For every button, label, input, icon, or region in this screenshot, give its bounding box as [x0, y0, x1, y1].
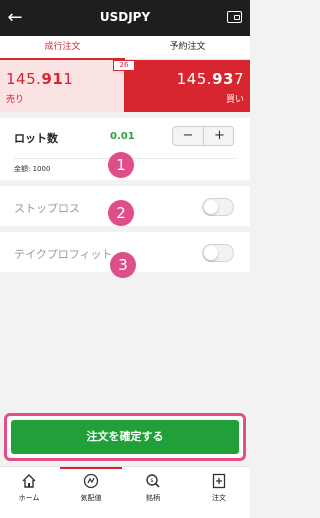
- tab-limit-order[interactable]: 予約注文: [125, 36, 250, 60]
- confirm-highlight: 注文を確定する: [4, 413, 246, 461]
- stoploss-label: ストップロス: [14, 202, 80, 215]
- top-bar: ← USDJPY: [0, 0, 250, 36]
- toggle-knob: [204, 200, 218, 214]
- rates-icon: [83, 473, 99, 489]
- stoploss-toggle[interactable]: [202, 198, 234, 216]
- toggle-knob: [204, 246, 218, 260]
- lot-stepper: − +: [172, 126, 234, 146]
- step-marker-1: 1: [108, 152, 134, 178]
- buy-label: 買い: [225, 95, 244, 105]
- buy-price-button[interactable]: 145.937 買い: [124, 60, 250, 112]
- nav-home-label: ホーム: [18, 494, 40, 502]
- nav-active-indicator: [60, 467, 122, 469]
- page-title: USDJPY: [99, 10, 151, 24]
- nav-home[interactable]: ホーム: [4, 473, 54, 517]
- lot-decrease-button[interactable]: −: [173, 127, 204, 145]
- lot-value: 0.01: [110, 131, 135, 142]
- nav-symbol[interactable]: $ 銘柄: [128, 473, 178, 517]
- bottom-nav: ホーム 気配値 $ 銘柄 注文: [0, 466, 250, 518]
- sell-price-button[interactable]: 145.911 売り: [0, 60, 124, 112]
- spread-badge: 26: [113, 60, 135, 71]
- takeprofit-label: テイクプロフィット: [14, 248, 113, 261]
- wallet-icon[interactable]: [227, 11, 242, 23]
- step-marker-2: 2: [108, 200, 134, 226]
- order-icon: [212, 473, 226, 489]
- lot-increase-button[interactable]: +: [204, 127, 235, 145]
- buy-price: 145.937: [176, 70, 244, 88]
- nav-order[interactable]: 注文: [194, 473, 244, 517]
- nav-rates-label: 気配値: [80, 494, 102, 502]
- lot-label: ロット数: [14, 132, 58, 145]
- symbol-search-icon: $: [146, 474, 160, 488]
- home-icon: [22, 474, 36, 488]
- confirm-order-button[interactable]: 注文を確定する: [11, 420, 239, 454]
- amount-text: 金額: 1000: [14, 165, 51, 173]
- sell-label: 売り: [6, 95, 25, 105]
- nav-symbol-label: 銘柄: [146, 494, 160, 502]
- sell-price: 145.911: [6, 70, 74, 88]
- takeprofit-toggle[interactable]: [202, 244, 234, 262]
- tab-market-order[interactable]: 成行注文: [0, 36, 125, 60]
- step-marker-3: 3: [110, 252, 136, 278]
- nav-order-label: 注文: [212, 494, 226, 502]
- nav-rates[interactable]: 気配値: [66, 473, 116, 517]
- order-type-tabs: 成行注文 予約注文: [0, 36, 250, 60]
- svg-text:$: $: [150, 478, 153, 484]
